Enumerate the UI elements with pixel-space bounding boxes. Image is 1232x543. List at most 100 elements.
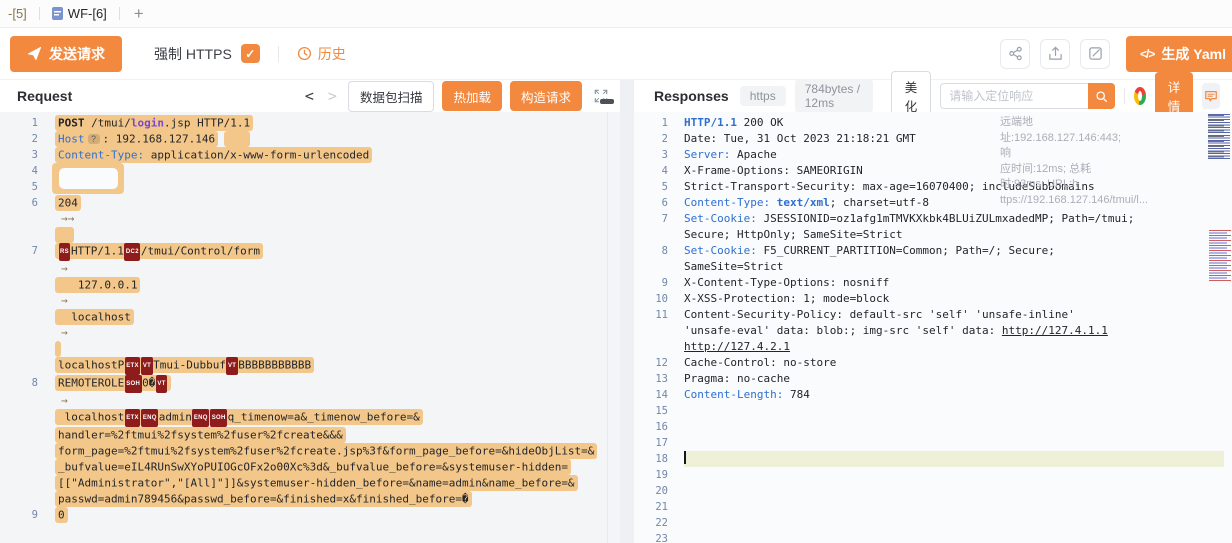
history-button[interactable]: 历史 [297, 44, 346, 64]
tab-wf6[interactable]: WF-[6] [46, 6, 113, 21]
code-line[interactable]: 17 [634, 435, 1232, 451]
control-char-badge: RS [59, 243, 71, 261]
response-panel: Responses https 784bytes / 12ms 美化 详情 [634, 80, 1232, 543]
code-line[interactable]: 16 [634, 419, 1232, 435]
code-text: Pragma: no-cache [684, 372, 790, 385]
code-line[interactable]: 18 [634, 451, 1232, 467]
hot-reload-button[interactable]: 热加载 [442, 81, 502, 111]
request-editor[interactable]: 1POST /tmui/login.jsp HTTP/1.12Host?: 19… [0, 112, 620, 543]
code-line[interactable]: 19 [634, 467, 1232, 483]
code-text: Content-Length: [684, 388, 783, 401]
code-content: Content-Type: text/xml; charset=utf-8 [684, 195, 1224, 211]
code-line[interactable]: 22 [634, 515, 1232, 531]
code-line[interactable]: 13Pragma: no-cache [634, 371, 1232, 387]
code-line[interactable]: 90 [0, 507, 620, 523]
code-content: HTTP/1.1 200 OK [684, 115, 1224, 131]
history-prev-button[interactable]: < [302, 87, 317, 105]
selection-highlight: 0 [55, 507, 68, 523]
code-text [58, 228, 71, 241]
code-line[interactable]: 1HTTP/1.1 200 OK [634, 115, 1232, 131]
code-text: .jsp HTTP/1.1 [164, 116, 250, 129]
packet-scan-button[interactable]: 数据包扫描 [348, 81, 435, 112]
search-button[interactable] [1088, 83, 1115, 109]
code-line[interactable]: 15 [634, 403, 1232, 419]
line-number: 9 [634, 275, 668, 291]
code-line[interactable]: 5Strict-Transport-Security: max-age=1607… [634, 179, 1232, 195]
line-number: 19 [634, 467, 668, 483]
code-text: → [55, 325, 612, 341]
paper-plane-icon [27, 46, 42, 61]
code-line[interactable]: 4X-Frame-Options: SAMEORIGIN [634, 163, 1232, 179]
export-button[interactable] [1040, 39, 1070, 69]
control-char-badge: ETX [125, 357, 141, 375]
code-line[interactable]: 4 [0, 163, 620, 179]
tab-bar: -[5] WF-[6] + [0, 0, 1232, 28]
line-number: 11 [634, 307, 668, 355]
search-input[interactable] [940, 83, 1088, 109]
line-number: 14 [634, 387, 668, 403]
locate-response-search [940, 83, 1115, 109]
code-content [55, 179, 612, 195]
control-char-badge: DC2 [124, 243, 140, 261]
code-line[interactable]: 23 [634, 531, 1232, 543]
code-text: Server: [684, 148, 730, 161]
code-line[interactable]: 21 [634, 499, 1232, 515]
share-button[interactable] [1000, 39, 1030, 69]
request-title: Request [17, 88, 72, 104]
code-text: BBBBBBBBBBB [238, 359, 311, 372]
url-link[interactable]: http://127.4.2.1 [684, 340, 790, 353]
code-line[interactable]: 1POST /tmui/login.jsp HTTP/1.1 [0, 115, 620, 131]
response-editor[interactable]: 1HTTP/1.1 200 OK2Date: Tue, 31 Oct 2023 … [634, 112, 1232, 543]
code-content: Content-Type: application/x-www-form-url… [55, 147, 612, 163]
code-line[interactable]: 9X-Content-Type-Options: nosniff [634, 275, 1232, 291]
code-text: application/x-www-form-urlencoded [144, 148, 369, 161]
document-icon [52, 7, 63, 20]
code-line[interactable]: 2Host?: 192.168.127.146 [0, 131, 620, 147]
generate-yaml-button[interactable]: </> 生成 Yaml [1126, 36, 1232, 72]
code-line[interactable]: 5 [0, 179, 620, 195]
control-char-badge: SOH [210, 409, 227, 427]
code-text: Set-Cookie: [684, 212, 757, 225]
build-request-button[interactable]: 构造请求 [510, 81, 582, 111]
code-text: HTTP/1.1 [71, 245, 124, 258]
code-text: Content-Type: [58, 148, 144, 161]
panel-divider[interactable] [620, 80, 634, 543]
new-tab-button[interactable]: + [126, 4, 152, 24]
code-line[interactable]: 6Content-Type: text/xml; charset=utf-8 [634, 195, 1232, 211]
minimap-colored-blob [1209, 230, 1232, 282]
force-https-checkbox[interactable] [241, 44, 260, 63]
code-content: Host?: 192.168.127.146 [55, 131, 612, 147]
url-link[interactable]: http://127.4.1.1 [1002, 324, 1108, 337]
code-line[interactable]: 11Content-Security-Policy: default-src '… [634, 307, 1232, 355]
code-text: → [55, 261, 612, 277]
code-line[interactable]: 2Date: Tue, 31 Oct 2023 21:18:21 GMT [634, 131, 1232, 147]
code-line[interactable]: 8REMOTEROLESOH0�VT→ localhostETXENQadmin… [0, 375, 620, 507]
edit-button[interactable] [1080, 39, 1110, 69]
code-line[interactable]: 6204→→ [0, 195, 620, 243]
code-line[interactable]: 3Server: Apache [634, 147, 1232, 163]
send-request-button[interactable]: 发送请求 [10, 36, 122, 72]
request-scrollbar-thumb[interactable] [600, 99, 614, 104]
line-number: 22 [634, 515, 668, 531]
code-line[interactable]: 10X-XSS-Protection: 1; mode=block [634, 291, 1232, 307]
control-char-badge: VT [141, 357, 152, 375]
open-in-chrome-button[interactable] [1134, 87, 1146, 105]
toolbar-icon-group [1000, 39, 1110, 69]
code-line[interactable]: 20 [634, 483, 1232, 499]
code-line[interactable]: 8Set-Cookie: F5_CURRENT_PARTITION=Common… [634, 243, 1232, 275]
code-content: RSHTTP/1.1DC2/tmui/Control/form→ 127.0.0… [55, 243, 612, 375]
code-line[interactable]: 7RSHTTP/1.1DC2/tmui/Control/form→ 127.0.… [0, 243, 620, 375]
history-next-button[interactable]: > [325, 87, 340, 105]
line-number: 18 [634, 451, 668, 467]
comment-button[interactable] [1202, 83, 1220, 109]
code-line[interactable]: 3Content-Type: application/x-www-form-ur… [0, 147, 620, 163]
request-scrollbar-track [607, 112, 608, 543]
tab-wf5[interactable]: -[5] [2, 6, 33, 21]
code-text: →→ [55, 211, 612, 227]
line-number: 17 [634, 435, 668, 451]
share-icon [1008, 46, 1023, 61]
code-line[interactable]: 12Cache-Control: no-store [634, 355, 1232, 371]
code-line[interactable]: 7Set-Cookie: JSESSIONID=oz1afg1mTMVKXkbk… [634, 211, 1232, 243]
code-text: X-Frame-Options: SAMEORIGIN [684, 164, 863, 177]
code-line[interactable]: 14Content-Length: 784 [634, 387, 1232, 403]
